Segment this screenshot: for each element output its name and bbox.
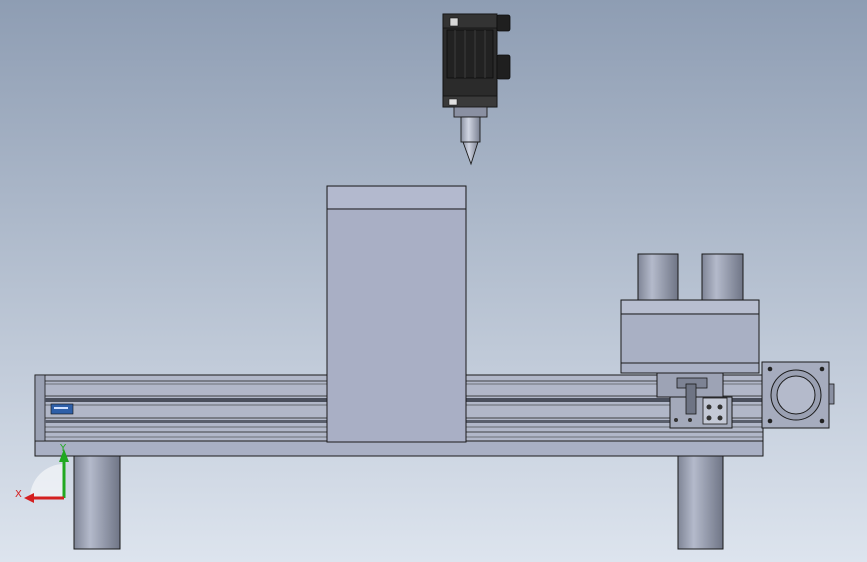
fitting-right	[701, 253, 744, 302]
cad-viewport[interactable]: Y X	[0, 0, 867, 562]
triad-x-label: X	[15, 489, 22, 500]
connector-top	[496, 14, 511, 32]
connector-bottom	[496, 54, 511, 80]
fitting-left	[637, 253, 679, 302]
work-block	[326, 185, 467, 443]
end-motor	[761, 361, 835, 429]
left-leg	[73, 455, 121, 550]
right-leg	[677, 455, 724, 550]
cad-scene[interactable]: Y X	[0, 0, 867, 562]
triad-y-label: Y	[59, 443, 67, 454]
base-plate	[34, 440, 764, 457]
nozzle	[460, 116, 481, 143]
